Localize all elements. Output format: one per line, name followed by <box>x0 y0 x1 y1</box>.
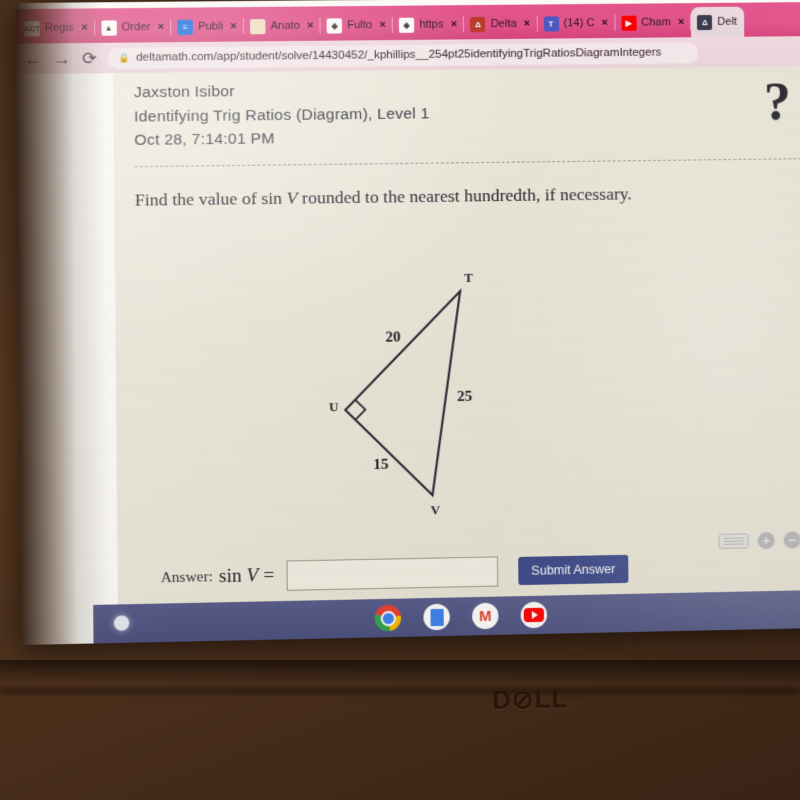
google-docs-icon[interactable] <box>423 603 450 631</box>
browser-tab-title: https <box>419 18 444 31</box>
youtube-icon: ▶ <box>621 15 637 31</box>
triangle-diagram: T U V 20 25 15 <box>268 250 535 518</box>
folder-icon <box>250 18 266 34</box>
tab-close-icon[interactable]: × <box>377 18 386 30</box>
answer-label: Answer: <box>160 568 213 586</box>
browser-tab-title: Order <box>121 21 151 34</box>
vertex-label-u: U <box>328 398 339 415</box>
laptop-screen: ACT Regis × ▲ Order × ≡ Publi × Anato × ◈ Fulto × ◈ htt… <box>15 0 800 646</box>
dell-brand-logo: D⊘LL <box>491 683 569 715</box>
screen-bezel-shadow <box>15 2 110 646</box>
browser-tab[interactable]: T (14) C × <box>537 8 615 39</box>
browser-tab[interactable]: ◈ Fulto × <box>321 10 393 41</box>
browser-tab[interactable]: ◈ https × <box>393 9 465 40</box>
side-length-uv: 15 <box>373 456 389 474</box>
url-text: deltamath.com/app/student/solve/14430452… <box>136 46 662 64</box>
youtube-icon[interactable] <box>520 601 548 629</box>
answer-row: Answer: sin V = Submit Answer <box>161 550 800 593</box>
browser-tab-title: Regis <box>44 21 74 35</box>
answer-fn: sin <box>218 565 242 588</box>
help-question-mark-icon[interactable]: ? <box>764 71 792 131</box>
browser-tab[interactable]: Δ Delta × <box>464 9 537 40</box>
browser-tab[interactable]: Anato × <box>244 10 321 41</box>
browser-tab[interactable]: ▶ Cham × <box>615 7 692 38</box>
tab-close-icon[interactable]: × <box>305 19 314 31</box>
answer-input[interactable] <box>286 556 499 591</box>
zoom-out-icon[interactable]: − <box>783 531 800 549</box>
browser-tab-title: Anato <box>270 19 300 33</box>
browser-tab-title: Cham <box>641 16 671 29</box>
section-divider <box>134 157 800 167</box>
tab-close-icon[interactable]: × <box>79 21 88 33</box>
laptop-hinge <box>0 660 800 682</box>
question-prefix: Find the value of sin <box>134 187 283 210</box>
submit-answer-button[interactable]: Submit Answer <box>518 554 629 586</box>
act-icon: ACT <box>24 20 40 36</box>
browser-tab-title: Fulto <box>347 19 373 32</box>
launcher-button[interactable] <box>113 615 130 631</box>
browser-tab-title: Delta <box>490 17 517 31</box>
question-variable: V <box>286 187 298 208</box>
browser-tab-title: Publi <box>197 20 224 33</box>
triangle-svg <box>268 250 535 516</box>
right-angle-marker <box>355 400 365 420</box>
answer-equals: = <box>263 564 275 587</box>
back-icon[interactable]: ← <box>24 49 42 68</box>
fulton-schools-icon: ◈ <box>326 17 343 34</box>
browser-tab[interactable]: ACT Regis × <box>18 12 95 43</box>
tab-close-icon[interactable]: × <box>228 20 237 32</box>
tab-close-icon[interactable]: × <box>676 16 685 28</box>
tab-close-icon[interactable]: × <box>155 20 165 32</box>
side-length-tu: 20 <box>385 329 401 346</box>
question-prompt: Find the value of sin V rounded to the n… <box>135 181 800 211</box>
deltamath-icon: Δ <box>470 16 486 32</box>
tab-close-icon[interactable]: × <box>522 17 531 29</box>
question-suffix: rounded to the nearest hundredth, if nec… <box>301 182 632 208</box>
deltamath-icon: Δ <box>697 14 713 30</box>
forward-icon[interactable]: → <box>53 49 71 68</box>
reload-icon[interactable]: ⟳ <box>82 48 97 67</box>
browser-tab-title: (14) C <box>563 17 595 30</box>
browser-tab[interactable]: Δ Delt <box>691 6 745 38</box>
gmail-icon[interactable]: M <box>472 602 499 630</box>
teams-icon: T <box>543 15 559 32</box>
generic-site-icon: ◈ <box>398 17 415 33</box>
zoom-in-icon[interactable]: + <box>757 531 775 550</box>
deltamath-page: ? Jaxston Isibor Identifying Trig Ratios… <box>113 65 800 607</box>
browser-tab[interactable]: ≡ Publi × <box>171 11 244 42</box>
laptop-photo: D⊘LL ACT Regis × ▲ Order × ≡ Publi × Anato × ◈ Fulto… <box>0 0 800 800</box>
address-bar[interactable]: 🔒 deltamath.com/app/student/solve/144304… <box>108 41 699 69</box>
triangle-app-icon: ▲ <box>100 19 117 36</box>
laptop-base <box>0 620 800 800</box>
answer-tools: + − <box>718 531 800 550</box>
chrome-icon[interactable] <box>374 604 402 632</box>
lock-icon: 🔒 <box>118 52 130 63</box>
vertex-label-t: T <box>464 269 473 286</box>
browser-tab-title: Delt <box>717 15 738 28</box>
answer-expression: sin V = <box>219 565 274 588</box>
keyboard-icon[interactable] <box>718 533 749 549</box>
answer-var: V <box>246 565 259 587</box>
tab-close-icon[interactable]: × <box>449 18 458 30</box>
document-lines-icon: ≡ <box>177 19 193 35</box>
browser-tab[interactable]: ▲ Order × <box>95 12 172 43</box>
laptop-lip-shadow <box>0 688 800 694</box>
side-length-tv: 25 <box>456 388 473 406</box>
tab-close-icon[interactable]: × <box>599 16 608 28</box>
vertex-label-v: V <box>430 502 441 518</box>
triangle-outline <box>344 291 462 497</box>
